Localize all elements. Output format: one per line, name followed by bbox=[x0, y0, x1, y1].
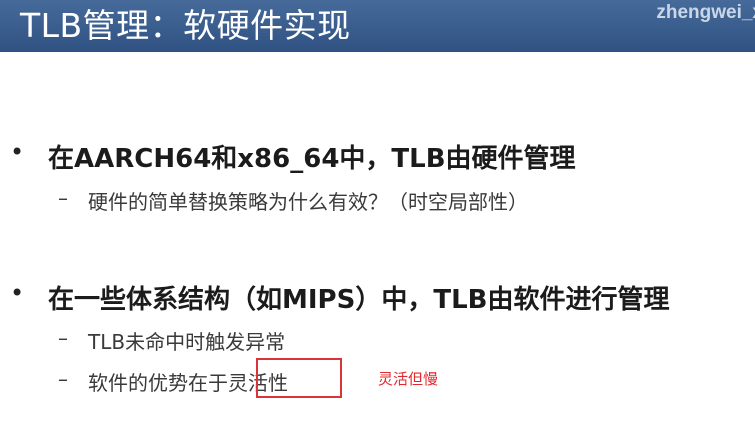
sub-bullet-text: 硬件的简单替换策略为什么有效？（时空局部性） bbox=[88, 190, 528, 214]
highlight-box bbox=[256, 358, 342, 398]
watermark: zhengwei_x bbox=[656, 2, 755, 23]
slide-title: TLB管理：软硬件实现 bbox=[20, 6, 351, 45]
bullet-text: 在AARCH64和x86_64中，TLB由硬件管理 bbox=[48, 144, 576, 174]
slide-header: TLB管理：软硬件实现 zhengwei_x bbox=[0, 0, 755, 52]
bullet-marker: • bbox=[10, 138, 25, 166]
sub-bullet-marker: – bbox=[58, 367, 68, 391]
sub-bullet-marker: – bbox=[58, 326, 68, 350]
sub-bullet-text: TLB未命中时触发异常 bbox=[88, 330, 286, 354]
sub-bullet-marker: – bbox=[58, 186, 68, 210]
annotation-note: 灵活但慢 bbox=[378, 370, 439, 388]
bullet-text: 在一些体系结构（如MIPS）中，TLB由软件进行管理 bbox=[48, 285, 670, 315]
bullet-marker: • bbox=[10, 279, 25, 307]
